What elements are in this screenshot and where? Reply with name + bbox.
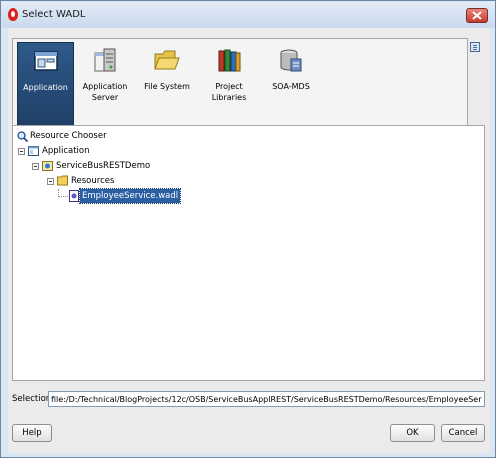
selection-row: Selection: bbox=[12, 391, 485, 409]
ok-button[interactable]: OK bbox=[390, 424, 435, 442]
tree-root-label: Resource Chooser bbox=[30, 131, 107, 141]
tree-node-project-label: ServiceBusRESTDemo bbox=[56, 161, 151, 171]
folder-icon bbox=[153, 47, 181, 76]
chooser-application[interactable]: Application bbox=[17, 42, 74, 128]
selection-path-input[interactable] bbox=[48, 391, 485, 407]
tree-root[interactable]: Resource Chooser bbox=[17, 129, 177, 143]
application-icon bbox=[33, 48, 59, 77]
close-button[interactable] bbox=[466, 8, 488, 23]
database-icon bbox=[278, 47, 304, 78]
title-bar: Select WADL bbox=[2, 2, 495, 28]
panel-toggle-icon[interactable] bbox=[470, 42, 480, 52]
chooser-application-label: Application bbox=[23, 83, 68, 92]
cancel-button[interactable]: Cancel bbox=[441, 424, 485, 442]
tree-connector bbox=[58, 189, 68, 197]
tree-node-file-label: EmployeeService.wadl bbox=[78, 188, 182, 204]
dialog-window: Select WADL Application Application Serv… bbox=[0, 0, 496, 458]
tree-node-application[interactable]: Application bbox=[17, 144, 177, 158]
close-icon bbox=[472, 11, 482, 20]
oracle-app-icon bbox=[8, 8, 18, 21]
tree-node-file[interactable]: EmployeeService.wadl bbox=[58, 188, 258, 204]
wadl-file-icon bbox=[69, 190, 79, 207]
dialog-body: Application Application Server File Syst… bbox=[8, 28, 490, 453]
chooser-project-libraries[interactable]: Project Libraries bbox=[201, 42, 257, 128]
chooser-project-libraries-label: Project Libraries bbox=[211, 82, 247, 102]
location-chooser-bar: Application Application Server File Syst… bbox=[12, 38, 468, 132]
resource-tree: Resource Chooser Application ServiceBusR… bbox=[12, 125, 485, 381]
help-button[interactable]: Help bbox=[12, 424, 52, 442]
tree-node-folder[interactable]: Resources bbox=[46, 174, 206, 188]
collapse-icon[interactable] bbox=[32, 163, 39, 170]
application-server-icon bbox=[92, 47, 118, 78]
tree-node-application-label: Application bbox=[42, 146, 90, 156]
chooser-application-server-label: Application Server bbox=[82, 82, 128, 102]
collapse-icon[interactable] bbox=[47, 178, 54, 185]
chooser-soa-mds[interactable]: SOA-MDS bbox=[263, 42, 319, 128]
books-icon bbox=[216, 47, 242, 78]
chooser-file-system-label: File System bbox=[144, 82, 190, 91]
window-title: Select WADL bbox=[22, 9, 86, 20]
chooser-application-server[interactable]: Application Server bbox=[77, 42, 133, 128]
tree-node-folder-label: Resources bbox=[71, 176, 115, 186]
tree-node-project[interactable]: ServiceBusRESTDemo bbox=[31, 159, 211, 173]
collapse-icon[interactable] bbox=[18, 148, 25, 155]
chooser-file-system[interactable]: File System bbox=[139, 42, 195, 128]
chooser-soa-mds-label: SOA-MDS bbox=[272, 82, 310, 91]
